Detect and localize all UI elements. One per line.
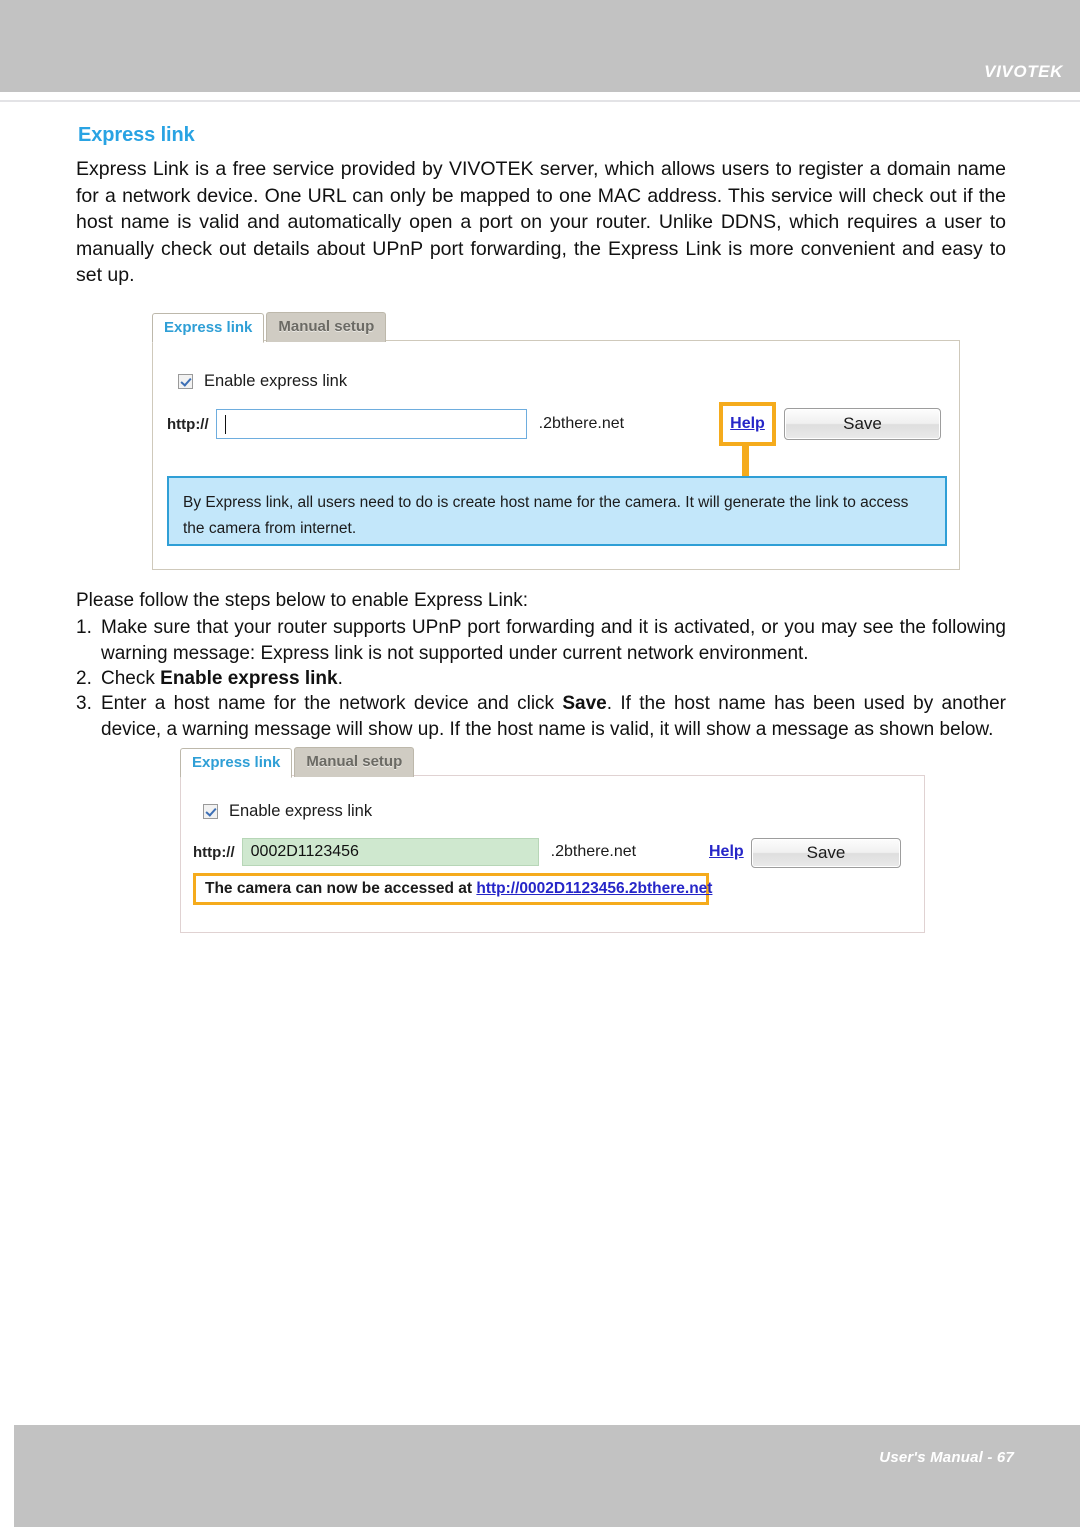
- success-prefix: The camera can now be accessed at: [205, 880, 477, 897]
- enable-express-link-label: Enable express link: [229, 802, 373, 820]
- host-name-row-filled: http:// 0002D1123456 .2bthere.net: [193, 838, 636, 866]
- page-title: Express link: [78, 124, 195, 146]
- enable-express-link-checkbox[interactable]: [203, 804, 218, 819]
- domain-suffix-label: .2bthere.net: [538, 415, 625, 432]
- page-footer: User's Manual - 67: [14, 1425, 1080, 1527]
- step-number: 1.: [76, 617, 92, 638]
- step-text-prefix: Enter a host name for the network device…: [101, 693, 563, 714]
- tab-manual-setup[interactable]: Manual setup: [266, 312, 387, 342]
- text-caret: [224, 414, 226, 434]
- tab-manual-setup[interactable]: Manual setup: [294, 747, 415, 777]
- step-text-bold: Save: [562, 693, 607, 714]
- step-text-bold: Enable express link: [160, 668, 338, 689]
- host-name-input[interactable]: [215, 409, 527, 439]
- success-message: The camera can now be accessed at http:/…: [193, 873, 712, 905]
- tooltip-text: By Express link, all users need to do is…: [183, 494, 909, 537]
- step-text: Enter a host name for the network device…: [101, 691, 1006, 742]
- intro-paragraph: Express Link is a free service provided …: [76, 158, 1006, 286]
- enable-express-link-checkbox[interactable]: [178, 374, 193, 389]
- step-item-1: 1. Make sure that your router supports U…: [76, 615, 1006, 666]
- page-header: VIVOTEK: [0, 0, 1080, 92]
- tab-express-link[interactable]: Express link: [152, 313, 265, 343]
- camera-access-url[interactable]: http://0002D1123456.2bthere.net: [476, 880, 712, 897]
- step-text: Check Enable express link.: [101, 666, 1006, 692]
- help-link-highlight[interactable]: Help: [719, 402, 776, 446]
- host-name-input[interactable]: 0002D1123456: [241, 838, 539, 866]
- express-link-form-filled: Express link Manual setup Enable express…: [180, 747, 925, 933]
- step-text: Make sure that your router supports UPnP…: [101, 617, 1006, 664]
- step-text-suffix: .: [337, 668, 343, 689]
- express-link-tooltip: By Express link, all users need to do is…: [167, 476, 947, 546]
- domain-suffix-label: .2bthere.net: [550, 843, 637, 860]
- tab-strip-filled: Express link Manual setup: [180, 745, 415, 778]
- host-name-row-empty: http:// .2bthere.net: [167, 409, 624, 439]
- help-link[interactable]: Help: [709, 843, 744, 860]
- tab-express-link[interactable]: Express link: [180, 748, 293, 778]
- protocol-label: http://: [167, 415, 209, 433]
- step-number: 3.: [76, 693, 92, 714]
- express-link-form-empty: Express link Manual setup Enable express…: [152, 312, 960, 570]
- header-divider: [0, 100, 1080, 102]
- tab-strip-empty: Express link Manual setup: [152, 310, 387, 343]
- enable-express-link-row[interactable]: Enable express link: [203, 802, 372, 821]
- protocol-label: http://: [193, 843, 235, 861]
- step-text-prefix: Check: [101, 668, 161, 689]
- enable-express-link-row[interactable]: Enable express link: [178, 372, 347, 391]
- help-link[interactable]: Help: [730, 415, 765, 433]
- step-item-3: 3. Enter a host name for the network dev…: [76, 691, 1006, 742]
- step-number: 2.: [76, 668, 92, 689]
- help-link-wrapper[interactable]: Help: [709, 843, 744, 861]
- save-button[interactable]: Save: [784, 408, 941, 440]
- footer-manual-label: User's Manual - 67: [879, 1449, 1014, 1466]
- enable-express-link-label: Enable express link: [204, 372, 348, 390]
- save-button[interactable]: Save: [751, 838, 901, 868]
- vivotek-logo: VIVOTEK: [984, 62, 1063, 81]
- success-message-text: The camera can now be accessed at http:/…: [205, 880, 712, 898]
- step-item-2: 2. Check Enable express link.: [76, 666, 1006, 692]
- steps-lead: Please follow the steps below to enable …: [76, 590, 529, 611]
